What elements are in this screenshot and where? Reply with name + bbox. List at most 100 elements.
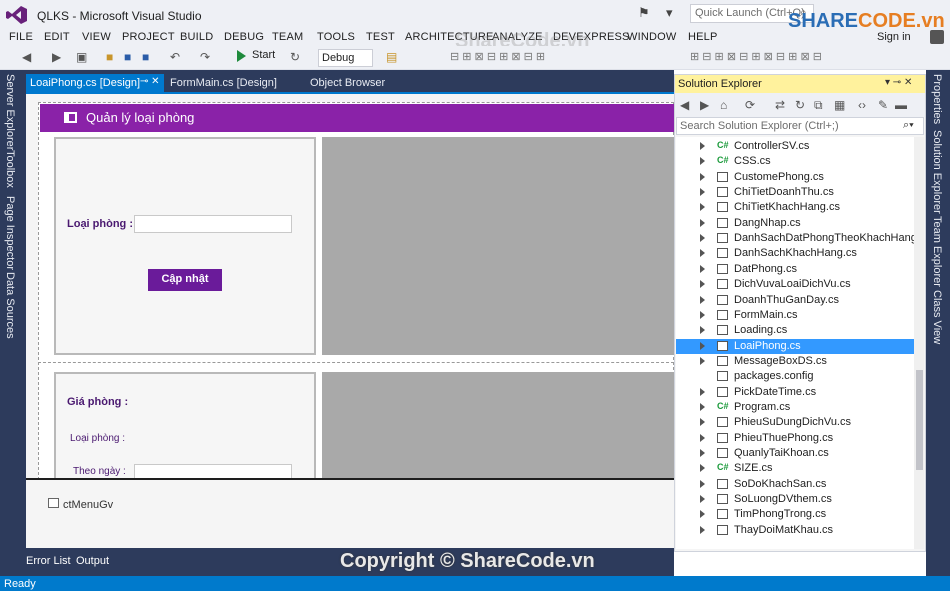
solution-item[interactable]: CustomePhong.cs (676, 170, 914, 185)
notifications-icon[interactable]: ▾ (666, 5, 673, 21)
update-button[interactable]: Cập nhật (148, 269, 222, 291)
expand-arrow-icon[interactable] (700, 495, 705, 503)
tab-object-browser[interactable]: Object Browser (310, 77, 385, 89)
expand-arrow-icon[interactable] (700, 188, 705, 196)
save-all-icon[interactable]: ■ (142, 50, 149, 64)
expand-arrow-icon[interactable] (700, 526, 705, 534)
search-icon[interactable]: ⌕▾ (903, 119, 914, 132)
menu-tools[interactable]: TOOLS (317, 31, 355, 43)
expand-arrow-icon[interactable] (700, 480, 705, 488)
refresh-icon[interactable]: ↻ (795, 98, 805, 112)
rail-tab-toolbox[interactable]: Toolbox (4, 150, 16, 188)
menu-view[interactable]: VIEW (82, 31, 111, 43)
solution-item[interactable]: packages.config (676, 369, 914, 384)
solution-item[interactable]: DanhSachKhachHang.cs (676, 246, 914, 261)
scrollbar-track[interactable] (914, 137, 924, 549)
feedback-icon[interactable]: ⚑ (638, 5, 654, 21)
expand-arrow-icon[interactable] (700, 219, 705, 227)
expand-arrow-icon[interactable] (700, 203, 705, 211)
show-all-files-icon[interactable]: ▦ (834, 98, 845, 112)
solution-item[interactable]: MessageBoxDS.cs (676, 354, 914, 369)
pin-icon[interactable]: ⊸ ✕ (140, 76, 160, 87)
expand-arrow-icon[interactable] (700, 296, 705, 304)
undo-icon[interactable]: ↶ (170, 50, 180, 64)
expand-arrow-icon[interactable] (700, 157, 705, 165)
save-icon[interactable]: ■ (124, 50, 131, 64)
view-code-icon[interactable]: ‹› (858, 98, 866, 112)
collapse-all-icon[interactable]: ⧉ (814, 98, 823, 113)
menu-file[interactable]: FILE (9, 31, 33, 43)
solution-item[interactable]: LoaiPhong.cs (676, 339, 914, 354)
find-icon[interactable]: ▤ (386, 50, 397, 64)
solution-item[interactable]: PhieuThuePhong.cs (676, 431, 914, 446)
layout-toolbar-icons[interactable]: ⊞ ⊟ ⊞ ⊠ ⊟ ⊞ ⊠ ⊟ ⊞ ⊠ ⊟ (690, 50, 822, 63)
expand-arrow-icon[interactable] (700, 342, 705, 350)
solution-item[interactable]: ChiTietKhachHang.cs (676, 200, 914, 215)
menu-team[interactable]: TEAM (272, 31, 303, 43)
expand-arrow-icon[interactable] (700, 403, 705, 411)
menu-debug[interactable]: DEBUG (224, 31, 264, 43)
expand-arrow-icon[interactable] (700, 510, 705, 518)
expand-arrow-icon[interactable] (700, 249, 705, 257)
rail-tab-page-inspector[interactable]: Page Inspector (4, 196, 16, 270)
properties-icon[interactable]: ✎ (878, 98, 888, 112)
sign-in-link[interactable]: Sign in (877, 31, 911, 43)
sync-icon[interactable]: ⇄ (775, 98, 785, 112)
pending-changes-icon[interactable]: ⟳ (745, 98, 755, 112)
expand-arrow-icon[interactable] (700, 142, 705, 150)
new-project-icon[interactable]: ▣ (76, 50, 87, 64)
scrollbar-thumb[interactable] (916, 370, 923, 470)
solution-item[interactable]: DatPhong.cs (676, 262, 914, 277)
solution-item[interactable]: DoanhThuGanDay.cs (676, 293, 914, 308)
expand-arrow-icon[interactable] (700, 265, 705, 273)
menu-project[interactable]: PROJECT (122, 31, 175, 43)
restart-icon[interactable]: ↻ (290, 50, 300, 64)
home-icon[interactable]: ⌂ (720, 98, 727, 112)
panel-loai-phong[interactable] (54, 137, 316, 355)
solution-item[interactable]: PhieuSuDungDichVu.cs (676, 415, 914, 430)
align-toolbar-icons[interactable]: ⊟ ⊞ ⊠ ⊟ ⊞ ⊠ ⊟ ⊞ (450, 50, 545, 63)
solution-item[interactable]: PickDateTime.cs (676, 385, 914, 400)
solution-config-select[interactable]: Debug (318, 49, 373, 67)
solution-search-input[interactable]: Search Solution Explorer (Ctrl+;) (676, 117, 924, 135)
start-button[interactable]: Start (252, 49, 275, 61)
expand-arrow-icon[interactable] (700, 388, 705, 396)
expand-arrow-icon[interactable] (700, 280, 705, 288)
solution-item[interactable]: DichVuvaLoaiDichVu.cs (676, 277, 914, 292)
expand-arrow-icon[interactable] (700, 173, 705, 181)
rail-tab-class-view[interactable]: Class View (931, 290, 943, 344)
tab-formmain-design[interactable]: FormMain.cs [Design] (170, 77, 277, 89)
solution-item[interactable]: DangNhap.cs (676, 216, 914, 231)
rail-tab-server-explorer[interactable]: Server Explorer (4, 74, 16, 150)
rail-tab-team-explorer[interactable]: Team Explorer (931, 216, 943, 287)
grid-placeholder-top[interactable] (322, 137, 674, 355)
expand-arrow-icon[interactable] (700, 311, 705, 319)
solution-item[interactable]: ThayDoiMatKhau.cs (676, 523, 914, 538)
rail-tab-solution-explorer[interactable]: Solution Explorer (931, 130, 943, 214)
solution-tree[interactable]: C# ControllerSV.cs C# CSS.cs CustomePhong.cs… (676, 137, 914, 549)
solution-item[interactable]: Loading.cs (676, 323, 914, 338)
forward-icon[interactable]: ▶ (52, 50, 61, 64)
solution-item[interactable]: FormMain.cs (676, 308, 914, 323)
expand-arrow-icon[interactable] (700, 464, 705, 472)
context-menu-icon[interactable] (48, 498, 59, 508)
start-icon[interactable] (237, 50, 246, 62)
account-icon[interactable] (930, 30, 944, 44)
expand-arrow-icon[interactable] (700, 357, 705, 365)
expand-arrow-icon[interactable] (700, 449, 705, 457)
tab-output[interactable]: Output (76, 555, 109, 567)
tray-component-label[interactable]: ctMenuGv (63, 499, 113, 511)
menu-help[interactable]: HELP (688, 31, 718, 43)
tab-error-list[interactable]: Error List (26, 555, 71, 567)
preview-icon[interactable]: ▬ (895, 98, 907, 112)
solution-item[interactable]: DanhSachDatPhongTheoKhachHang.cs (676, 231, 914, 246)
rail-tab-data-sources[interactable]: Data Sources (4, 272, 16, 339)
expand-arrow-icon[interactable] (700, 326, 705, 334)
forward-icon[interactable]: ▶ (700, 98, 709, 112)
menu-build[interactable]: BUILD (180, 31, 213, 43)
solution-item[interactable]: QuanlyTaiKhoan.cs (676, 446, 914, 461)
panel-options-icon[interactable]: ▾ ⊸ ✕ (885, 77, 912, 88)
solution-item[interactable]: C# SIZE.cs (676, 461, 914, 476)
back-icon[interactable]: ◀ (22, 50, 31, 64)
solution-item[interactable]: C# CSS.cs (676, 154, 914, 169)
